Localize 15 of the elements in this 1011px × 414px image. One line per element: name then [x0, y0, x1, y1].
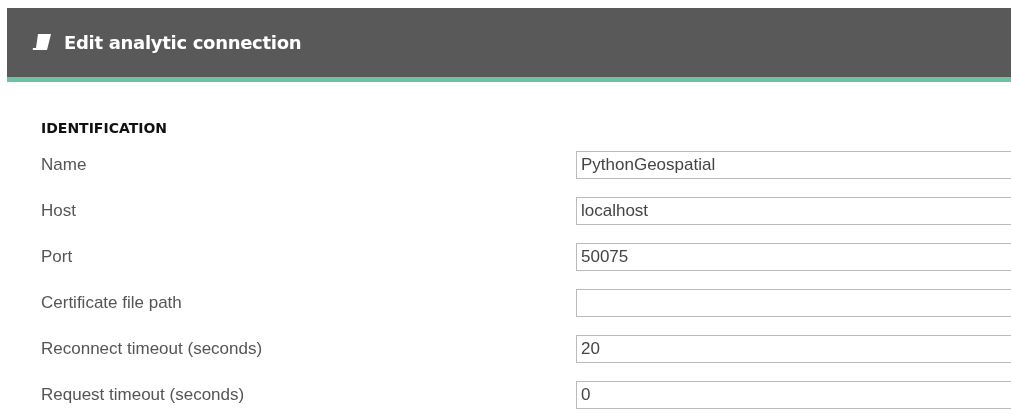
- section-heading: IDENTIFICATION: [41, 120, 169, 138]
- field-label: Reconnect timeout (seconds): [41, 339, 264, 359]
- input-field[interactable]: localhost: [576, 197, 1011, 225]
- field-label: Host: [41, 201, 77, 221]
- field-label: Port: [41, 247, 74, 267]
- scroll-icon: [32, 32, 52, 53]
- input-field[interactable]: [576, 289, 1011, 317]
- field-label: Request timeout (seconds): [41, 385, 246, 405]
- field-label: Certificate file path: [41, 293, 183, 313]
- field-label: Name: [41, 155, 88, 175]
- input-field[interactable]: 20: [576, 335, 1011, 363]
- input-field[interactable]: 50075: [576, 243, 1011, 271]
- input-field[interactable]: 0: [576, 381, 1011, 409]
- input-field[interactable]: PythonGeospatial: [576, 151, 1011, 179]
- dialog-title: Edit analytic connection: [64, 32, 302, 53]
